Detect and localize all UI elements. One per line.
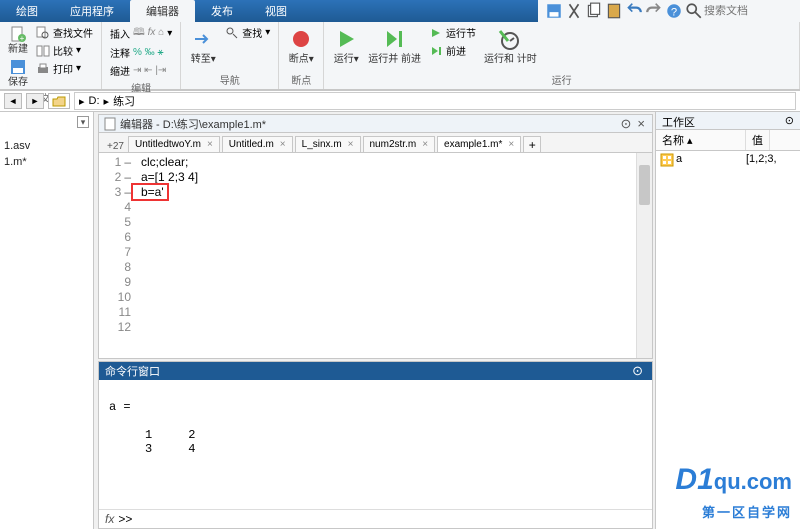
workspace-header: 名称 ▴ 值: [656, 130, 800, 151]
var-name: a: [676, 153, 746, 167]
undo-qat-icon[interactable]: [625, 2, 643, 20]
variable-icon: [660, 153, 674, 167]
goto-button[interactable]: 转至▾: [187, 24, 219, 66]
advance-button[interactable]: 前进: [427, 42, 478, 59]
code-text[interactable]: clc;clear; a=[1 2;3 4] b=a': [135, 153, 636, 358]
nav-back-button[interactable]: ◄: [4, 93, 22, 109]
copy-qat-icon[interactable]: [585, 2, 603, 20]
highlight-box: [131, 183, 169, 201]
group-file: +新建 保存 查找文件 比较▾ 打印▾ 文件: [0, 22, 102, 89]
close-tab-icon[interactable]: ×: [348, 139, 354, 150]
run-advance-button[interactable]: 运行并 前进: [366, 24, 423, 66]
workspace-dropdown[interactable]: ⊙: [785, 114, 794, 127]
center-panel: 编辑器 - D:\练习\example1.m* ⊙ × +27 Untitled…: [94, 112, 655, 529]
tab-apps[interactable]: 应用程序: [54, 0, 130, 22]
main-area: ▾ 1.asv 1.m* 编辑器 - D:\练习\example1.m* ⊙ ×…: [0, 112, 800, 529]
path-drive[interactable]: D:: [89, 95, 100, 107]
insert-button[interactable]: 插入 🕮 fx ⌂▾: [108, 24, 174, 43]
close-tab-icon[interactable]: ×: [207, 139, 213, 150]
ribbon-body: +新建 保存 查找文件 比较▾ 打印▾ 文件 插入 🕮 fx ⌂▾ 注释 % ‰…: [0, 22, 800, 90]
address-bar: ◄ ► ▸D: ▸练习: [0, 90, 800, 112]
file-tab-2[interactable]: L_sinx.m×: [295, 136, 361, 152]
close-tab-icon[interactable]: ×: [280, 139, 286, 150]
path-folder[interactable]: 练习: [113, 93, 135, 109]
editor-icon: [103, 117, 117, 131]
workspace-panel: 工作区⊙ 名称 ▴ 值 a [1,2;3,: [655, 112, 800, 529]
nav-fwd-button[interactable]: ►: [26, 93, 44, 109]
findfiles-button[interactable]: 查找文件: [34, 24, 95, 41]
print-button[interactable]: 打印▾: [34, 60, 95, 77]
group-bp-label: 断点: [285, 72, 317, 87]
group-breakpoint: 断点▾ 断点: [279, 22, 324, 89]
command-output[interactable]: a = 1 2 3 4: [99, 380, 652, 509]
group-nav: 转至▾ 查找▾ 导航: [181, 22, 279, 89]
editor-title-text: 编辑器 - D:\练习\example1.m*: [120, 116, 266, 132]
ribbon-tabstrip: 绘图 应用程序 编辑器 发布 视图 ?: [0, 0, 800, 22]
run-section-button[interactable]: 运行节: [427, 24, 478, 41]
tab-editor[interactable]: 编辑器: [130, 0, 195, 22]
close-tab-icon[interactable]: ×: [508, 139, 514, 150]
cut-qat-icon[interactable]: [565, 2, 583, 20]
workspace-row[interactable]: a [1,2;3,: [656, 151, 800, 169]
file-tab-1[interactable]: Untitled.m×: [222, 136, 293, 152]
code-area[interactable]: 1– 2– 3– 4 5 6 7 8 9 10 11 12 clc;clear;…: [99, 153, 652, 358]
line-gutter: 1– 2– 3– 4 5 6 7 8 9 10 11 12: [99, 153, 135, 358]
file-browser: ▾ 1.asv 1.m*: [0, 112, 94, 529]
search-input[interactable]: [704, 5, 794, 17]
editor-close-button[interactable]: ×: [634, 116, 648, 131]
command-window: 命令行窗口 ⊙ a = 1 2 3 4 fx >>: [98, 361, 653, 529]
file-browser-menu[interactable]: ▾: [77, 116, 89, 128]
folder-up-button[interactable]: [48, 93, 70, 109]
save-qat-icon[interactable]: [545, 2, 563, 20]
file-tab-4[interactable]: example1.m*×: [437, 136, 521, 152]
file-tab-3[interactable]: num2str.m×: [363, 136, 436, 152]
compare-button[interactable]: 比较▾: [34, 42, 95, 59]
editor-file-tabs: +27 UntitledtwoY.m× Untitled.m× L_sinx.m…: [99, 133, 652, 153]
save-button[interactable]: 保存: [6, 57, 30, 89]
paste-qat-icon[interactable]: [605, 2, 623, 20]
tab-plot[interactable]: 绘图: [0, 0, 54, 22]
run-time-button[interactable]: 运行和 计时: [482, 24, 539, 66]
add-tab-button[interactable]: +: [523, 136, 541, 152]
tab-view[interactable]: 视图: [249, 0, 303, 22]
fx-icon: fx: [105, 512, 114, 526]
breakpoint-button[interactable]: 断点▾: [285, 24, 317, 66]
svg-text:+: +: [20, 34, 25, 43]
file-item-asv[interactable]: 1.asv: [4, 138, 89, 154]
search-icon[interactable]: [685, 2, 703, 20]
group-run-label: 运行: [330, 72, 793, 87]
indent-button[interactable]: 缩进 ⇥ ⇤ |⇥: [108, 62, 174, 79]
file-item-m[interactable]: 1.m*: [4, 154, 89, 170]
find-button[interactable]: 查找▾: [223, 24, 272, 41]
editor-panel: 编辑器 - D:\练习\example1.m* ⊙ × +27 Untitled…: [98, 114, 653, 359]
group-run: 运行▾ 运行并 前进 运行节 前进 运行和 计时 运行: [324, 22, 800, 89]
close-tab-icon[interactable]: ×: [422, 139, 428, 150]
col-name[interactable]: 名称 ▴: [656, 130, 746, 150]
command-prompt[interactable]: fx >>: [99, 509, 652, 528]
group-edit: 插入 🕮 fx ⌂▾ 注释 % ‰ ⚹ 缩进 ⇥ ⇤ |⇥ 编辑: [102, 22, 181, 89]
quick-access-search: ?: [538, 0, 800, 22]
help-qat-icon[interactable]: ?: [665, 2, 683, 20]
svg-text:?: ?: [671, 7, 677, 19]
command-titlebar: 命令行窗口 ⊙: [99, 362, 652, 380]
goto-line[interactable]: +27: [103, 141, 128, 152]
command-title-text: 命令行窗口: [105, 363, 160, 379]
var-value: [1,2;3,: [746, 153, 777, 167]
editor-scrollbar[interactable]: [636, 153, 652, 358]
redo-qat-icon[interactable]: [645, 2, 663, 20]
editor-dropdown[interactable]: ⊙: [618, 116, 635, 132]
tab-publish[interactable]: 发布: [195, 0, 249, 22]
comment-button[interactable]: 注释 % ‰ ⚹: [108, 44, 174, 61]
file-tab-0[interactable]: UntitledtwoY.m×: [128, 136, 220, 152]
run-button[interactable]: 运行▾: [330, 24, 362, 66]
workspace-title: 工作区⊙: [656, 112, 800, 130]
command-dropdown[interactable]: ⊙: [629, 363, 646, 379]
group-nav-label: 导航: [187, 72, 272, 87]
new-button[interactable]: +新建: [6, 24, 30, 56]
editor-titlebar: 编辑器 - D:\练习\example1.m* ⊙ ×: [99, 115, 652, 133]
col-value[interactable]: 值: [746, 130, 770, 150]
address-path[interactable]: ▸D: ▸练习: [74, 92, 796, 110]
